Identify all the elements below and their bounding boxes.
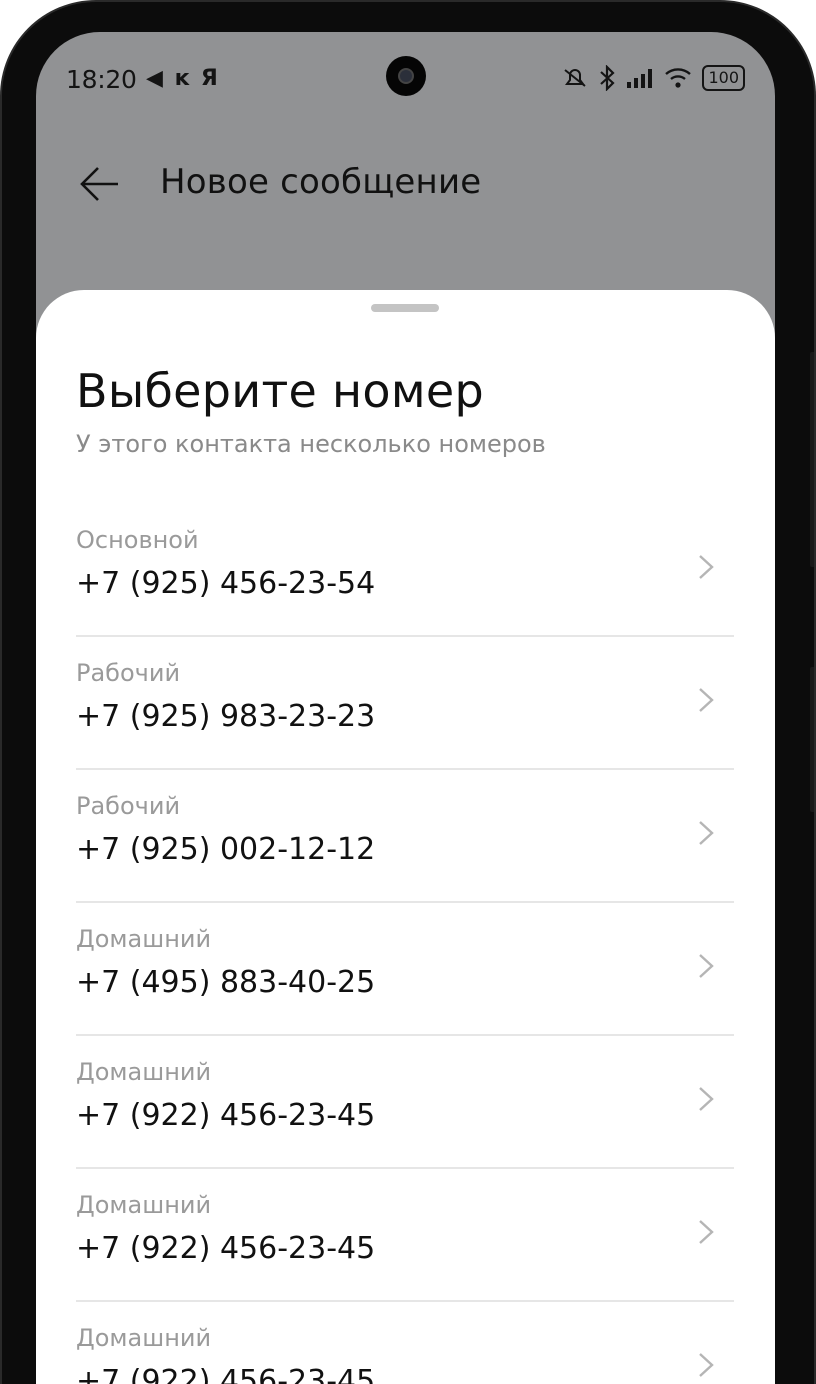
wifi-icon (665, 68, 692, 88)
chevron-right-icon (699, 1087, 714, 1111)
bottom-sheet: Выберите номер У этого контакта нескольк… (36, 290, 775, 1384)
number-type-label: Рабочий (76, 792, 181, 820)
phone-number-item[interactable]: Основной +7 (925) 456-23-54 (76, 504, 734, 637)
chevron-right-icon (699, 1220, 714, 1244)
number-type-label: Домашний (76, 925, 212, 953)
phone-number: +7 (925) 983-23-23 (76, 699, 376, 734)
front-camera (386, 56, 426, 96)
battery-icon: 100 (702, 65, 745, 91)
back-arrow-icon[interactable] (78, 162, 122, 206)
phone-number-item[interactable]: Рабочий +7 (925) 002-12-12 (76, 770, 734, 903)
phone-number-item[interactable]: Домашний +7 (495) 883-40-25 (76, 903, 734, 1036)
page-title: Новое сообщение (160, 162, 482, 202)
phone-number-item[interactable]: Домашний +7 (922) 456-23-45 (76, 1302, 734, 1384)
phone-number: +7 (925) 002-12-12 (76, 832, 376, 867)
number-type-label: Домашний (76, 1058, 212, 1086)
phone-number-item[interactable]: Домашний +7 (922) 456-23-45 (76, 1169, 734, 1302)
sheet-title: Выберите номер (76, 364, 484, 418)
phone-number-list: Основной +7 (925) 456-23-54 Рабочий +7 (… (76, 504, 734, 1384)
phone-number: +7 (922) 456-23-45 (76, 1098, 376, 1133)
signal-icon (627, 69, 653, 88)
status-right: 100 (562, 65, 745, 91)
notification-icons: ◀ ᴋ Я (146, 66, 220, 91)
status-time: 18:20 (66, 65, 137, 94)
phone-frame: 18:20 ◀ ᴋ Я 100 Новое сообщение Выберите… (0, 0, 816, 1384)
phone-number-item[interactable]: Рабочий +7 (925) 983-23-23 (76, 637, 734, 770)
power-button (810, 667, 814, 812)
top-app-bar: Новое сообщение (36, 142, 775, 222)
phone-number-item[interactable]: Домашний +7 (922) 456-23-45 (76, 1036, 734, 1169)
status-bar: 18:20 ◀ ᴋ Я 100 (36, 32, 775, 122)
chevron-right-icon (699, 821, 714, 845)
volume-button (810, 352, 814, 567)
screen: 18:20 ◀ ᴋ Я 100 Новое сообщение Выберите… (36, 32, 775, 1384)
chevron-right-icon (699, 555, 714, 579)
number-type-label: Домашний (76, 1324, 212, 1352)
chevron-right-icon (699, 688, 714, 712)
drag-handle[interactable] (371, 304, 439, 312)
phone-number: +7 (922) 456-23-45 (76, 1231, 376, 1266)
phone-number: +7 (495) 883-40-25 (76, 965, 376, 1000)
number-type-label: Основной (76, 526, 199, 554)
chevron-right-icon (699, 954, 714, 978)
mute-icon (564, 69, 587, 87)
sheet-subtitle: У этого контакта несколько номеров (76, 430, 546, 458)
number-type-label: Рабочий (76, 659, 181, 687)
phone-number: +7 (922) 456-23-45 (76, 1364, 376, 1384)
phone-number: +7 (925) 456-23-54 (76, 566, 376, 601)
bluetooth-icon (600, 65, 616, 91)
number-type-label: Домашний (76, 1191, 212, 1219)
chevron-right-icon (699, 1353, 714, 1377)
